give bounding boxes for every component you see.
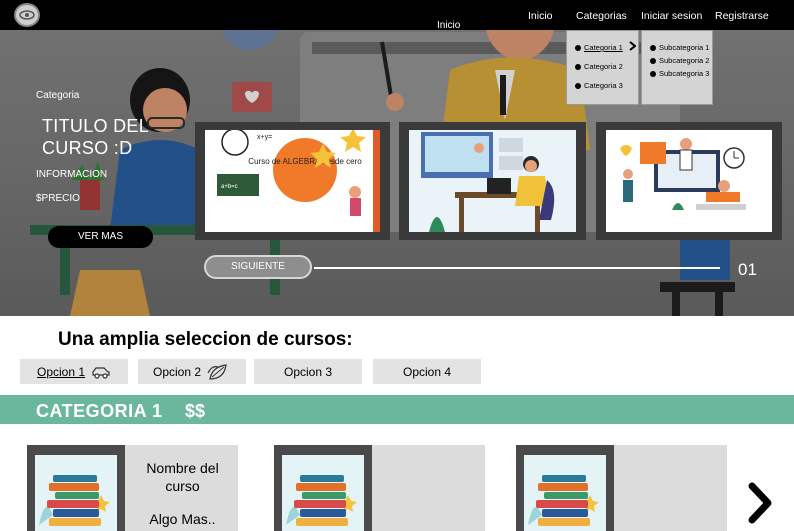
- course-card-image-frame: [27, 445, 125, 531]
- books-stack-image: [524, 455, 606, 531]
- option-1-tab[interactable]: Opcion 1: [20, 359, 128, 384]
- subcategories-dropdown: Subcategoria 1 Subcategoria 2 Subcategor…: [641, 30, 713, 105]
- course-card-2[interactable]: [274, 445, 485, 531]
- section-title: Una amplia seleccion de cursos:: [58, 329, 353, 350]
- dropdown-categoria-3[interactable]: Categoria 3: [575, 81, 623, 90]
- hero-price: $PRECIO: [36, 193, 80, 204]
- slide-number: 01: [738, 260, 757, 279]
- nav-categorias[interactable]: Categorias: [576, 10, 627, 22]
- option-2-tab[interactable]: Opcion 2: [138, 359, 246, 384]
- hero-info: INFORMACION: [36, 169, 108, 180]
- siguiente-button[interactable]: SIGUIENTE: [204, 255, 312, 279]
- thumb1-course-text: Curso de ALGEBRA desde cero: [248, 157, 362, 166]
- books-stack-image: [282, 455, 364, 531]
- course-card-image-frame: [274, 445, 372, 531]
- dropdown-subcategoria-3[interactable]: Subcategoria 3: [650, 69, 709, 78]
- thumb1-chalkboard-text: a+b=c: [221, 184, 238, 190]
- option-2-label: Opcion 2: [152, 364, 202, 379]
- carousel-thumb-1[interactable]: x+y= a+b=c Curso de ALGEBRA desde cero: [195, 122, 390, 240]
- carousel-progress-line: [314, 267, 720, 269]
- dropdown-categoria-1[interactable]: Categoria 1: [575, 43, 623, 52]
- option-4-label: Opcion 4: [402, 364, 452, 379]
- presentation-thumbnail: [606, 130, 772, 232]
- course-card-1[interactable]: Nombre del curso Algo Mas..: [27, 445, 238, 531]
- hero-category: Categoria: [36, 90, 80, 101]
- logo-icon[interactable]: [14, 3, 40, 27]
- option-1-label: Opcion 1: [36, 364, 86, 379]
- books-stack-image: [35, 455, 117, 531]
- course-card-1-name: Nombre del curso: [146, 460, 219, 494]
- ver-mas-button[interactable]: VER MAS: [48, 226, 153, 248]
- course-card-3[interactable]: [516, 445, 727, 531]
- dropdown-categoria-2[interactable]: Categoria 2: [575, 62, 623, 71]
- car-icon: [92, 366, 110, 379]
- carousel-thumb-2[interactable]: [399, 122, 586, 240]
- categories-dropdown: Categoria 1 Categoria 2 Categoria 3: [566, 30, 639, 105]
- nav-inicio[interactable]: Inicio: [528, 10, 553, 22]
- nav-registrarse[interactable]: Registrarse: [715, 10, 769, 22]
- course-card-image-frame: [516, 445, 614, 531]
- thumb1-equation: x+y=: [257, 134, 272, 141]
- course-card-1-more: Algo Mas..: [149, 511, 216, 527]
- option-4-tab[interactable]: Opcion 4: [373, 359, 481, 384]
- algebra-course-thumbnail: x+y= a+b=c Curso de ALGEBRA desde cero: [205, 130, 380, 232]
- category-price-tag: $$: [185, 401, 206, 421]
- dropdown-subcategoria-1[interactable]: Subcategoria 1: [650, 43, 709, 52]
- option-3-label: Opcion 3: [283, 364, 333, 379]
- carousel-thumb-3[interactable]: [596, 122, 782, 240]
- option-3-tab[interactable]: Opcion 3: [254, 359, 362, 384]
- dropdown-subcategoria-2[interactable]: Subcategoria 2: [650, 56, 709, 65]
- online-class-thumbnail: [409, 130, 576, 232]
- leaf-icon: [207, 363, 227, 380]
- category-title: CATEGORIA 1: [36, 401, 163, 421]
- chevron-right-icon: [629, 41, 636, 51]
- chevron-right-icon[interactable]: [744, 480, 778, 526]
- hero-course-title: TITULO DEL CURSO :D: [42, 116, 149, 158]
- nav-iniciar-sesion[interactable]: Iniciar sesion: [641, 10, 702, 22]
